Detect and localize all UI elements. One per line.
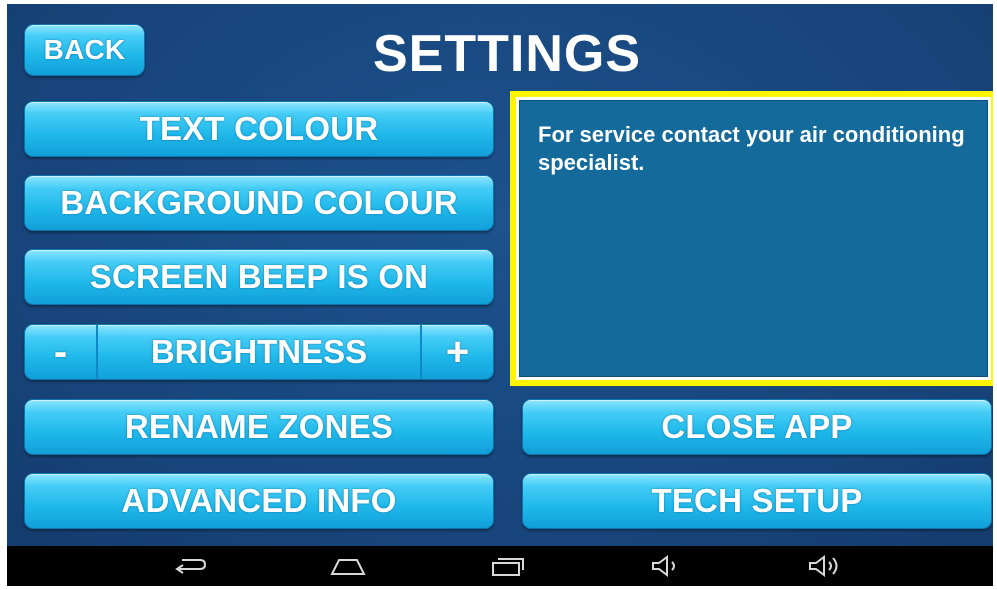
tech-setup-button[interactable]: TECH SETUP bbox=[522, 473, 992, 529]
background-colour-button[interactable]: BACKGROUND COLOUR bbox=[24, 175, 494, 231]
back-arrow-icon[interactable] bbox=[170, 554, 210, 578]
volume-down-icon[interactable] bbox=[648, 554, 688, 578]
back-button[interactable]: BACK bbox=[24, 24, 145, 76]
brightness-control: - BRIGHTNESS + bbox=[24, 324, 494, 380]
service-info-text: For service contact your air conditionin… bbox=[538, 122, 965, 175]
volume-up-icon[interactable] bbox=[805, 554, 845, 578]
home-icon[interactable] bbox=[328, 554, 368, 578]
brightness-increase-button[interactable]: + bbox=[420, 325, 493, 379]
recent-apps-icon[interactable] bbox=[487, 554, 527, 578]
settings-app: BACK SETTINGS TEXT COLOUR BACKGROUND COL… bbox=[7, 4, 993, 546]
text-colour-button[interactable]: TEXT COLOUR bbox=[24, 101, 494, 157]
service-info-panel: For service contact your air conditionin… bbox=[519, 100, 988, 377]
brightness-label: BRIGHTNESS bbox=[98, 325, 420, 379]
screen-beep-button[interactable]: SCREEN BEEP IS ON bbox=[24, 249, 494, 305]
device-screen: BACK SETTINGS TEXT COLOUR BACKGROUND COL… bbox=[7, 4, 993, 586]
close-app-button[interactable]: CLOSE APP bbox=[522, 399, 992, 455]
page-title: SETTINGS bbox=[372, 25, 642, 83]
service-info-highlight: For service contact your air conditionin… bbox=[510, 91, 993, 386]
rename-zones-button[interactable]: RENAME ZONES bbox=[24, 399, 494, 455]
advanced-info-button[interactable]: ADVANCED INFO bbox=[24, 473, 494, 529]
android-navigation-bar bbox=[7, 546, 993, 586]
brightness-decrease-button[interactable]: - bbox=[25, 325, 98, 379]
